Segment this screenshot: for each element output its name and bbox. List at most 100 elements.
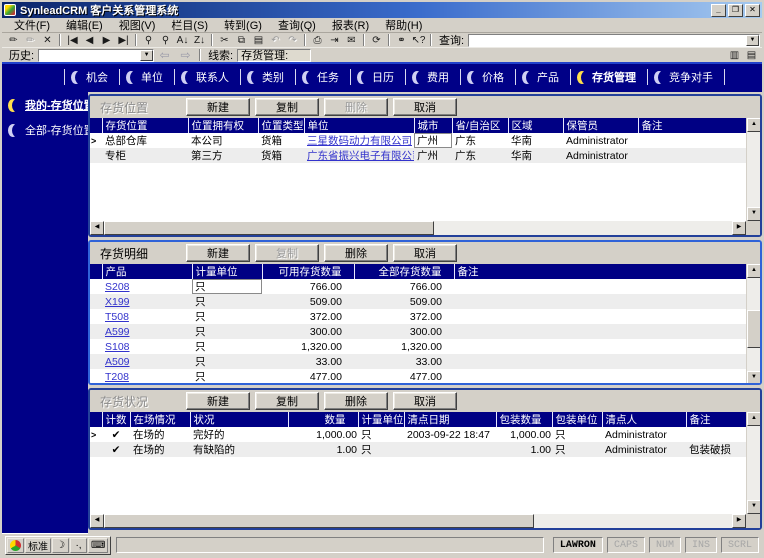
scrollbar-thumb[interactable] bbox=[747, 310, 760, 348]
scroll-down-icon[interactable]: ▼ bbox=[747, 207, 760, 221]
scroll-right-icon[interactable]: ▶ bbox=[732, 221, 746, 235]
table-row[interactable]: A599 只 300.00 300.00 bbox=[90, 324, 746, 339]
clue-field[interactable]: 存货管理: bbox=[237, 48, 312, 62]
new-record-icon[interactable]: ✏ bbox=[5, 34, 22, 47]
column-header-condition[interactable]: 状况 bbox=[189, 412, 288, 427]
tab-competitors[interactable]: 竞争对手 bbox=[647, 69, 725, 85]
mail-icon[interactable]: ✉ bbox=[343, 34, 360, 47]
tab-opportunity[interactable]: 机会 bbox=[64, 69, 119, 85]
last-record-icon[interactable]: ▶| bbox=[115, 34, 132, 47]
table-row[interactable]: T208 只 477.00 477.00 bbox=[90, 369, 746, 384]
scroll-down-icon[interactable]: ▼ bbox=[747, 500, 760, 514]
scroll-up-icon[interactable]: ▲ bbox=[747, 118, 760, 132]
city-cell-editor[interactable]: 广州 bbox=[414, 133, 452, 148]
book-view-icon[interactable]: ▤ bbox=[743, 49, 760, 62]
menu-goto[interactable]: 转到(G) bbox=[216, 17, 270, 33]
column-header-company[interactable]: 单位 bbox=[303, 118, 414, 133]
table-row[interactable]: X199 只 509.00 509.00 bbox=[90, 294, 746, 309]
first-record-icon[interactable]: |◀ bbox=[64, 34, 81, 47]
ime-punctuation-icon[interactable]: ·, bbox=[70, 537, 87, 553]
tab-tasks[interactable]: 任务 bbox=[295, 69, 350, 85]
scrollbar-thumb[interactable] bbox=[104, 514, 534, 528]
column-header-available-qty[interactable]: 可用存货数量 bbox=[261, 264, 354, 279]
tab-category[interactable]: 类别 bbox=[240, 69, 295, 85]
sidebar-item-my-inventory-locations[interactable]: 我的-存货位置 bbox=[8, 97, 95, 113]
menu-columns[interactable]: 栏目(S) bbox=[163, 17, 216, 33]
query-combobox[interactable]: ▼ bbox=[468, 33, 760, 47]
column-header-check-date[interactable]: 清点日期 bbox=[403, 412, 496, 427]
redo-icon[interactable]: ↷ bbox=[284, 34, 301, 47]
copy-button[interactable]: 复制 bbox=[255, 244, 319, 262]
vertical-scrollbar[interactable]: ▲ ▼ bbox=[746, 118, 760, 221]
column-header-presence[interactable]: 在场情况 bbox=[129, 412, 190, 427]
sidebar-item-all-inventory-locations[interactable]: 全部-存货位置 bbox=[8, 122, 95, 138]
history-combobox[interactable]: ▼ bbox=[38, 48, 155, 62]
table-row[interactable]: > 总部仓库 本公司 货箱 三星数码动力有限公司 广州 广东 华南 Admini… bbox=[90, 133, 746, 148]
cancel-button[interactable]: 取消 bbox=[393, 244, 457, 262]
column-header-quantity[interactable]: 数量 bbox=[287, 412, 358, 427]
product-link[interactable]: X199 bbox=[105, 296, 130, 308]
product-link[interactable]: T508 bbox=[105, 311, 129, 323]
cancel-button[interactable]: 取消 bbox=[393, 98, 457, 116]
table-row[interactable]: T508 只 372.00 372.00 bbox=[90, 309, 746, 324]
column-header-unit[interactable]: 计量单位 bbox=[191, 264, 262, 279]
product-link[interactable]: S108 bbox=[105, 341, 130, 353]
scroll-right-icon[interactable]: ▶ bbox=[732, 514, 746, 528]
history-dropdown-icon[interactable]: ▼ bbox=[140, 49, 154, 61]
count-checkmark[interactable]: ✔ bbox=[102, 442, 130, 457]
tab-company[interactable]: 单位 bbox=[119, 69, 174, 85]
refresh-icon[interactable]: ⟳ bbox=[368, 34, 385, 47]
table-row[interactable]: 专柜 第三方 货箱 广东省振兴电子有限公司 广州 广东 华南 Administr… bbox=[90, 148, 746, 163]
vertical-scrollbar[interactable]: ▲ ▼ bbox=[746, 412, 760, 514]
menu-view[interactable]: 视图(V) bbox=[111, 17, 164, 33]
ime-logo-icon[interactable] bbox=[7, 537, 24, 553]
delete-record-icon[interactable]: ✕ bbox=[39, 34, 56, 47]
new-button[interactable]: 新建 bbox=[186, 244, 250, 262]
table-row[interactable]: > ✔ 在场的 完好的 1,000.00 只 2003-09-22 18:47 … bbox=[90, 427, 746, 442]
ime-full-half-moon-icon[interactable]: ☽ bbox=[52, 537, 69, 553]
new-button[interactable]: 新建 bbox=[186, 392, 250, 410]
filter-search-icon[interactable]: ⚲ bbox=[157, 34, 174, 47]
forward-icon[interactable]: ⇨ bbox=[177, 48, 194, 62]
new-button[interactable]: 新建 bbox=[186, 98, 250, 116]
scroll-left-icon[interactable]: ◀ bbox=[90, 514, 104, 528]
product-link[interactable]: T208 bbox=[105, 371, 129, 383]
menu-file[interactable]: 文件(F) bbox=[6, 17, 58, 33]
table-row[interactable]: ✔ 在场的 有缺陷的 1.00 只 1.00 只 Administrator 包… bbox=[90, 442, 746, 457]
scroll-down-icon[interactable]: ▼ bbox=[747, 371, 760, 383]
scrollbar-thumb[interactable] bbox=[104, 221, 434, 235]
copy-button[interactable]: 复制 bbox=[255, 98, 319, 116]
delete-button[interactable]: 删除 bbox=[324, 244, 388, 262]
column-header-count[interactable]: 计数 bbox=[101, 412, 130, 427]
query-dropdown-icon[interactable]: ▼ bbox=[746, 34, 759, 46]
column-header-province[interactable]: 省/自治区 bbox=[451, 118, 508, 133]
vertical-scrollbar[interactable]: ▲ ▼ bbox=[746, 264, 760, 383]
horizontal-scrollbar[interactable]: ◀ ▶ bbox=[90, 221, 746, 235]
back-icon[interactable]: ⇦ bbox=[156, 48, 173, 62]
sort-descending-icon[interactable]: Z↓ bbox=[191, 34, 208, 47]
undo-icon[interactable]: ↶ bbox=[267, 34, 284, 47]
column-header-total-qty[interactable]: 全部存货数量 bbox=[353, 264, 454, 279]
delete-button[interactable]: 删除 bbox=[324, 392, 388, 410]
product-link[interactable]: A599 bbox=[105, 326, 130, 338]
column-header-keeper[interactable]: 保管员 bbox=[562, 118, 638, 133]
tab-expenses[interactable]: 费用 bbox=[405, 69, 460, 85]
card-view-icon[interactable]: ▥ bbox=[726, 49, 743, 62]
edit-record-icon[interactable]: ✏ bbox=[22, 34, 39, 47]
count-checkmark[interactable]: ✔ bbox=[102, 427, 130, 442]
scroll-up-icon[interactable]: ▲ bbox=[747, 264, 760, 278]
cut-icon[interactable]: ✂ bbox=[216, 34, 233, 47]
menu-query[interactable]: 查询(Q) bbox=[270, 17, 324, 33]
export-icon[interactable]: ⇥ bbox=[326, 34, 343, 47]
context-help-icon[interactable]: ↖? bbox=[410, 34, 427, 47]
tab-inventory-management[interactable]: 存货管理 bbox=[570, 69, 647, 85]
table-row[interactable]: A509 只 33.00 33.00 bbox=[90, 354, 746, 369]
column-header-package-qty[interactable]: 包装数量 bbox=[495, 412, 552, 427]
restore-button[interactable]: ❐ bbox=[728, 3, 743, 17]
table-row[interactable]: S108 只 1,320.00 1,320.00 bbox=[90, 339, 746, 354]
menu-help[interactable]: 帮助(H) bbox=[377, 17, 430, 33]
cancel-button[interactable]: 取消 bbox=[393, 392, 457, 410]
column-header-package-unit[interactable]: 包装单位 bbox=[551, 412, 602, 427]
column-header-ownership[interactable]: 位置拥有权 bbox=[187, 118, 258, 133]
column-header-location-type[interactable]: 位置类型 bbox=[257, 118, 304, 133]
